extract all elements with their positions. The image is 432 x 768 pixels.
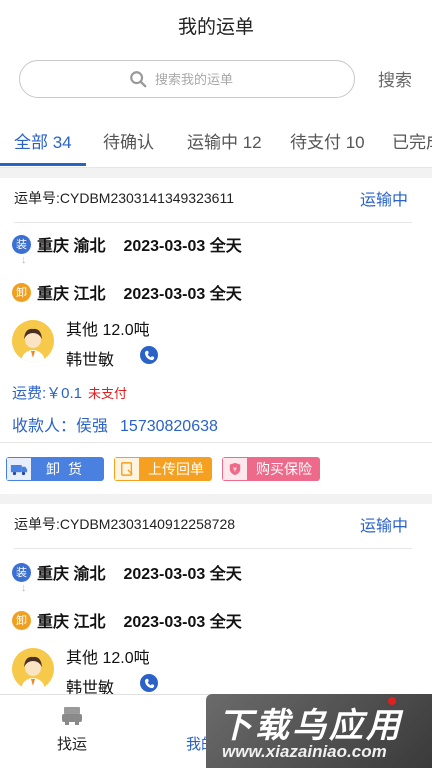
load-date: 2023-03-03 全天 [123, 238, 242, 255]
search-box[interactable] [19, 60, 355, 98]
cargo-info: 其他 12.0吨 [66, 650, 150, 667]
driver-name: 韩世敏 [66, 352, 115, 369]
driver-avatar [12, 320, 54, 362]
insurance-icon: ¥ [222, 457, 248, 481]
search-row: 搜索 [0, 50, 432, 112]
tab-all[interactable]: 全部 34 [14, 128, 72, 153]
payee-name: 收款人：侯强 [12, 418, 109, 435]
phone-icon[interactable] [140, 346, 158, 364]
search-input[interactable] [155, 71, 245, 87]
driver-avatar [12, 648, 54, 690]
receipt-icon [114, 457, 140, 481]
load-city: 重庆 渝北 [37, 238, 106, 255]
unload-location: 卸 重庆 江北 2023-03-03 全天 [12, 608, 242, 632]
tab-pending-confirm[interactable]: 待确认 [103, 128, 154, 153]
active-tab-indicator [0, 163, 86, 166]
load-city: 重庆 渝北 [37, 566, 106, 583]
load-badge: 装 [12, 234, 31, 254]
freight-fee: 运费:￥0.1 未支付 [12, 382, 127, 403]
unload-city: 重庆 江北 [37, 614, 106, 631]
unload-badge: 卸 [12, 282, 31, 302]
waybill-number: 运单号:CYDBM2303140912258728 [14, 516, 236, 532]
unload-label: 卸货 [32, 457, 104, 481]
route-arrow-icon: ↓ [21, 582, 27, 594]
upload-receipt-label: 上传回单 [140, 457, 212, 481]
tab-pending-payment[interactable]: 待支付 10 [290, 128, 365, 153]
divider [14, 222, 412, 223]
buy-insurance-label: 购买保险 [248, 457, 320, 481]
nav-find-freight-label: 找运 [56, 736, 87, 753]
order-actions: 卸货 上传回单 ¥ 购买保险 [0, 448, 432, 494]
cargo-info: 其他 12.0吨 [66, 322, 150, 339]
watermark-main-text: 下载乌应用 [218, 707, 403, 745]
search-button[interactable]: 搜索 [378, 66, 412, 91]
divider [0, 442, 432, 443]
load-location: 装 重庆 渝北 2023-03-03 全天 [12, 232, 242, 256]
svg-text:¥: ¥ [233, 467, 237, 474]
search-icon [130, 71, 147, 88]
tab-completed[interactable]: 已完成 [392, 128, 432, 153]
buy-insurance-button[interactable]: ¥ 购买保险 [222, 457, 320, 481]
payee-phone[interactable]: 15730820638 [120, 418, 218, 435]
truck-icon [6, 457, 32, 481]
fee-amount: 运费:￥0.1 [12, 385, 83, 402]
payee: 收款人：侯强 15730820638 [12, 412, 218, 436]
unload-date: 2023-03-03 全天 [123, 614, 242, 631]
nav-find-freight[interactable]: 找运 [0, 705, 144, 754]
phone-icon[interactable] [140, 674, 158, 692]
watermark-logo: 下载乌应用 www.xiazainiao.com [206, 694, 432, 768]
tab-in-transit[interactable]: 运输中 12 [187, 128, 262, 153]
unload-city: 重庆 江北 [37, 286, 106, 303]
order-status: 运输中 [359, 518, 408, 535]
order-status: 运输中 [359, 192, 408, 209]
route-arrow-icon: ↓ [21, 254, 27, 266]
watermark-url: www.xiazainiao.com [222, 742, 387, 761]
payment-status: 未支付 [88, 386, 128, 401]
notification-dot [388, 697, 396, 705]
load-date: 2023-03-03 全天 [123, 566, 242, 583]
upload-receipt-button[interactable]: 上传回单 [114, 457, 212, 481]
unload-badge: 卸 [12, 610, 31, 630]
status-tabs: 全部 34 待确认 运输中 12 待支付 10 已完成 [0, 112, 432, 168]
unload-date: 2023-03-03 全天 [123, 286, 242, 303]
divider [14, 548, 412, 549]
waybill-number: 运单号:CYDBM2303141349323611 [14, 190, 234, 206]
load-badge: 装 [12, 562, 31, 582]
top-bar: 我的运单 [0, 0, 432, 50]
order-card[interactable]: 运单号:CYDBM2303140912258728 运输中 装 重庆 渝北 20… [0, 504, 432, 704]
unload-location: 卸 重庆 江北 2023-03-03 全天 [12, 280, 242, 304]
truck-icon [62, 707, 82, 725]
load-location: 装 重庆 渝北 2023-03-03 全天 [12, 560, 242, 584]
page-title: 我的运单 [177, 16, 254, 38]
order-card[interactable]: 运单号:CYDBM2303141349323611 运输中 装 重庆 渝北 20… [0, 178, 432, 494]
unload-button[interactable]: 卸货 [6, 457, 104, 481]
